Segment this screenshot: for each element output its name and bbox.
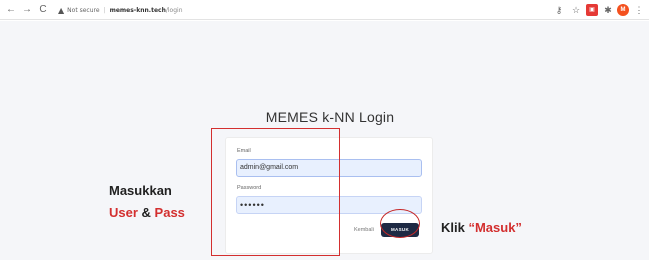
annotation-pass: Pass [154, 205, 185, 220]
page-content: MEMES k-NN Login Email admin@gmail.com P… [0, 21, 649, 260]
annotation-enter: Masukkan [109, 183, 172, 198]
url-host: memes-knn.tech [109, 6, 166, 14]
annotation-klik: Klik [441, 220, 469, 235]
menu-icon[interactable]: ⋮ [633, 4, 645, 16]
url-path: /login [165, 6, 183, 14]
browser-toolbar: ← → C ▲ Not secure | memes-knn.tech/logi… [0, 0, 649, 20]
forward-icon[interactable]: → [20, 3, 34, 17]
back-button[interactable]: Kembali [354, 227, 374, 233]
highlight-ellipse [380, 209, 420, 238]
profile-avatar[interactable]: M [617, 4, 629, 16]
annotation-amp: & [137, 205, 155, 220]
star-icon[interactable]: ☆ [570, 4, 582, 16]
page-title: MEMES k-NN Login [265, 109, 395, 125]
puzzle-icon[interactable]: ✱ [602, 4, 614, 16]
annotation-user: User [109, 205, 138, 220]
url-divider: | [103, 6, 106, 14]
annotation-masuk: “Masuk” [468, 220, 522, 235]
annotation-click: Klik “Masuk” [441, 220, 522, 235]
address-bar[interactable]: ▲ Not secure | memes-knn.tech/login [58, 3, 183, 17]
highlight-rectangle [211, 128, 340, 256]
security-label: Not secure [67, 6, 100, 14]
warning-icon: ▲ [58, 5, 65, 15]
annotation-credentials: User & Pass [109, 205, 185, 220]
extension-icon[interactable]: ▣ [586, 4, 598, 16]
back-icon[interactable]: ← [4, 3, 18, 17]
reload-icon[interactable]: C [36, 3, 50, 17]
key-icon[interactable]: ⚷ [553, 4, 565, 16]
